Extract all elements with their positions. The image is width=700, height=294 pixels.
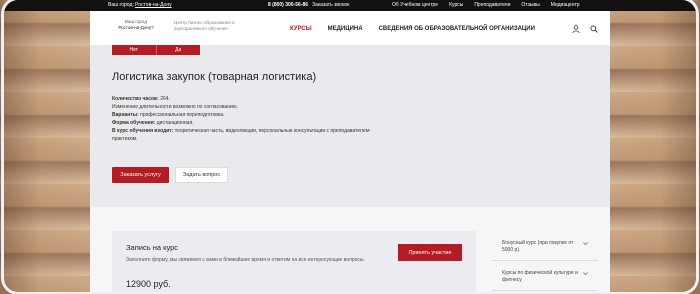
course-price: 12900 руб. [126,279,171,289]
tagline: Центр бизнес-образования и корпоративног… [174,20,235,31]
logo-city-box[interactable]: Ваш город Ростов-на-Дону? [104,19,168,31]
main-nav: КУРСЫ МЕДИЦИНА СВЕДЕНИЯ ОБ ОБРАЗОВАТЕЛЬН… [290,26,535,32]
callback-link[interactable]: Заказать звонок [312,2,349,8]
city-label: Ваш город: [108,2,134,8]
form-value: дистанционная. [156,120,194,126]
sidebar-accordion: Бонусный курс (при покупке от 5000 р). К… [492,231,598,292]
variants-line: Варианты: профессиональная переподготовк… [112,111,392,119]
course-details: Количество часов: 264. Изменение длитель… [112,95,392,143]
course-actions: Заказать услугу Задать вопрос [112,167,228,183]
duration-note: Изменение длительности возможно по согла… [112,104,238,110]
includes-label: В курс обучения входит: [112,128,174,134]
course-info: Логистика закупок (товарная логистика) К… [112,71,392,143]
city-selector[interactable]: Ваш город: Ростов-на-Дону [108,2,172,8]
course-hero: Логистика закупок (товарная логистика) К… [90,45,610,207]
hours-label: Количество часов: [112,96,159,102]
sidebar-item-label: Курсы по физической культуре и фитнесу [502,270,578,283]
form-label: Форма обучения: [112,120,156,126]
city-yes-button[interactable]: Да [155,45,200,55]
top-link-courses[interactable]: Курсы [449,2,463,8]
top-link-teachers[interactable]: Преподаватели [474,2,510,8]
phone-number[interactable]: 8 (800) 300-56-86 [268,2,308,8]
apply-button[interactable]: Принять участие [398,244,462,261]
sidebar-item-fitness[interactable]: Курсы по физической культуре и фитнесу [492,261,598,291]
logo-city-question: Ростов-на-Дону? [118,25,154,30]
top-link-reviews[interactable]: Отзывы [521,2,539,8]
sidebar-item-bonus[interactable]: Бонусный курс (при покупке от 5000 р). [492,231,598,261]
city-no-button[interactable]: Нет [112,45,156,55]
course-title: Логистика закупок (товарная логистика) [112,71,317,83]
sidebar-item-label: Бонусный курс (при покупке от 5000 р). [502,240,574,253]
search-icon[interactable] [590,25,598,33]
top-link-about[interactable]: Об Учебном центре [392,2,438,8]
ask-question-button[interactable]: Задать вопрос [175,167,228,183]
signup-title: Запись на курс [126,243,179,252]
variants-label: Варианты: [112,112,139,118]
nav-medicine[interactable]: МЕДИЦИНА [328,26,363,32]
chevron-down-icon [583,272,588,276]
top-link-media[interactable]: Медиацентр [551,2,580,8]
includes-line: В курс обучения входит: теоретическая ча… [112,127,392,143]
site-header: Ваш город Ростов-на-Дону? Центр бизнес-о… [90,11,610,45]
hours-line: Количество часов: 264. [112,95,392,103]
signup-description: Заполните форму, мы свяжемся с вами в бл… [126,257,365,263]
hours-value: 264. [160,96,170,102]
top-bar: Ваш город: Ростов-на-Дону 8 (800) 300-56… [4,0,696,11]
nav-courses[interactable]: КУРСЫ [290,26,312,32]
top-links: Об Учебном центре Курсы Преподаватели От… [392,2,580,8]
order-service-button[interactable]: Заказать услугу [112,167,169,183]
browser-frame: Ваш город: Ростов-на-Дону 8 (800) 300-56… [4,0,696,292]
nav-org-info[interactable]: СВЕДЕНИЯ ОБ ОБРАЗОВАТЕЛЬНОЙ ОРГАНИЗАЦИИ [379,26,535,32]
chevron-down-icon [583,242,588,246]
form-line: Форма обучения: дистанционная. [112,119,392,127]
city-link[interactable]: Ростов-на-Дону [135,2,171,8]
variants-value: профессиональная переподготовка. [140,112,225,118]
user-icon[interactable] [572,25,580,33]
city-confirm-popup: Нет Да [112,45,200,55]
signup-card: Запись на курс Заполните форму, мы свяже… [112,231,476,292]
